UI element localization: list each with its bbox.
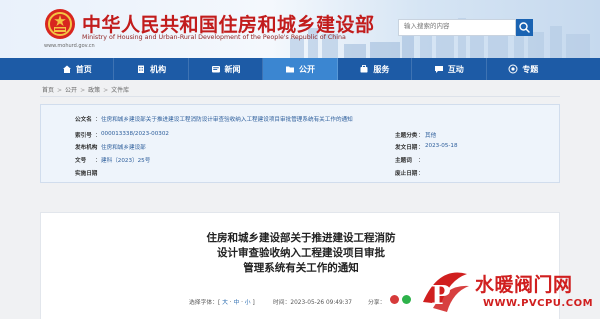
meta-label: 主题词 xyxy=(395,158,412,164)
publish-time: 时间：2023-05-26 09:49:37 xyxy=(273,297,352,306)
share-label: 分享： xyxy=(368,300,386,306)
nav-interact[interactable]: 互动 xyxy=(412,58,487,80)
font-size-selector: 选择字体：[ 大 · 中 · 小 ] xyxy=(189,300,255,306)
meta-index-no: 000013338/2023-00302 xyxy=(101,131,169,137)
font-size-small[interactable]: 小 xyxy=(245,300,251,306)
site-header: 中华人民共和国住房和城乡建设部 Ministry of Housing and … xyxy=(0,0,600,58)
meta-publisher: 住房和城乡建设部 xyxy=(101,145,146,151)
time-value: 2023-05-26 09:49:37 xyxy=(290,300,352,306)
site-title-english: Ministry of Housing and Urban-Rural Deve… xyxy=(82,34,346,41)
nav-label: 新闻 xyxy=(224,64,241,74)
nav-home[interactable]: 首页 xyxy=(40,58,115,80)
wechat-share-icon[interactable] xyxy=(402,295,411,304)
font-size-medium[interactable]: 中 xyxy=(233,300,239,306)
nav-label: 服务 xyxy=(373,64,390,74)
time-label: 时间： xyxy=(273,300,291,306)
breadcrumb-library[interactable]: 文件库 xyxy=(111,87,129,94)
breadcrumb-policy[interactable]: 政策 xyxy=(88,87,100,94)
article-title-line: 设计审查验收纳入工程建设项目审批 xyxy=(217,247,385,259)
chat-icon xyxy=(434,66,443,73)
meta-label: 废止日期 xyxy=(395,171,418,177)
meta-label: 索引号 xyxy=(75,133,92,139)
watermark-text: 水暖阀门网 xyxy=(475,274,573,296)
nav-label: 公开 xyxy=(298,64,315,74)
meta-subject: 其他 xyxy=(425,133,437,139)
nav-public[interactable]: 公开 xyxy=(263,58,338,80)
folder-icon xyxy=(285,66,294,73)
document-meta-box: 公文名 ： 住房和城乡建设部关于推进建设工程消防设计审查验收纳入工程建设项目审批… xyxy=(40,104,560,183)
search-icon xyxy=(519,22,530,33)
font-size-label: 选择字体： xyxy=(189,300,218,306)
building-icon xyxy=(138,65,145,73)
national-emblem-icon xyxy=(45,9,75,39)
home-icon xyxy=(62,65,71,73)
divider xyxy=(40,96,560,97)
font-size-large[interactable]: 大 xyxy=(222,300,228,306)
nav-institution[interactable]: 机构 xyxy=(114,58,189,80)
meta-label: 主题分类 xyxy=(395,133,418,139)
breadcrumb: 首页 > 公开 > 政策 > 文件库 xyxy=(42,87,130,94)
watermark: P 水暖阀门网 WWW.PVCPU.COM xyxy=(413,262,600,319)
svg-text:P: P xyxy=(431,281,451,311)
meta-label: 发文日期 xyxy=(395,145,418,151)
nav-topic[interactable]: 专题 xyxy=(487,58,560,80)
breadcrumb-home[interactable]: 首页 xyxy=(42,87,54,94)
meta-label: 公文名 xyxy=(75,117,92,123)
nav-service[interactable]: 服务 xyxy=(338,58,413,80)
service-icon xyxy=(360,65,368,73)
weibo-share-icon[interactable] xyxy=(390,295,399,304)
search-button[interactable] xyxy=(516,19,533,36)
search-input[interactable] xyxy=(404,22,504,30)
nav-label: 首页 xyxy=(75,64,92,74)
search-box[interactable] xyxy=(398,19,516,36)
site-title-chinese[interactable]: 中华人民共和国住房和城乡建设部 xyxy=(82,10,375,37)
nav-news[interactable]: 新闻 xyxy=(189,58,264,80)
meta-pubdate: 2023-05-18 xyxy=(425,143,458,149)
main-nav: 首页 机构 新闻 公开 服务 互动 专题 xyxy=(0,58,600,80)
meta-docno: 建科〔2023〕25号 xyxy=(101,158,151,164)
news-icon xyxy=(211,66,220,73)
watermark-logo-icon: P xyxy=(417,266,469,318)
article-title-line: 住房和城乡建设部关于推进建设工程消防 xyxy=(206,232,396,244)
nav-label: 机构 xyxy=(150,64,167,74)
topic-icon xyxy=(508,64,518,74)
nav-label: 互动 xyxy=(447,64,464,74)
nav-label: 专题 xyxy=(522,64,539,74)
meta-label: 文号 xyxy=(75,158,87,164)
meta-doc-name: 住房和城乡建设部关于推进建设工程消防设计审查验收纳入工程建设项目审批管理系统有关… xyxy=(101,117,353,123)
breadcrumb-public[interactable]: 公开 xyxy=(65,87,77,94)
site-domain: www.mohurd.gov.cn xyxy=(44,43,95,49)
watermark-url: WWW.PVCPU.COM xyxy=(483,298,594,309)
